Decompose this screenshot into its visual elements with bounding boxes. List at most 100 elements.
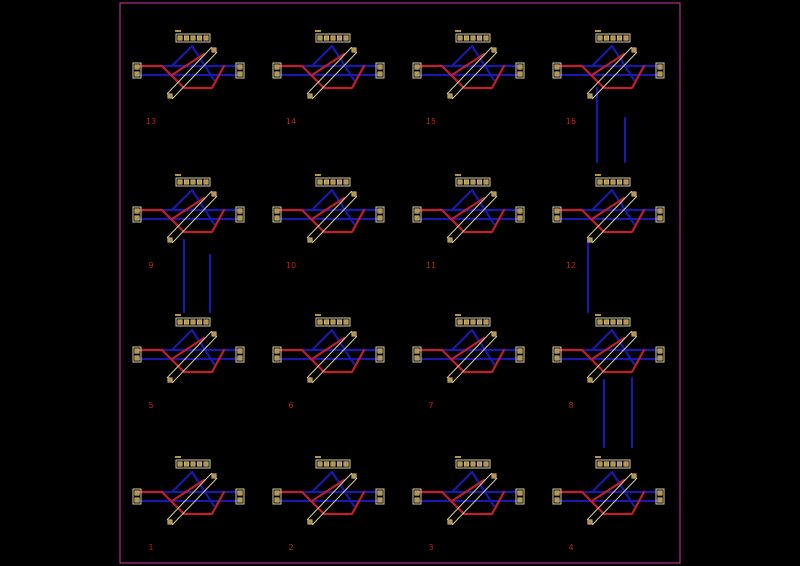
pad <box>597 179 603 185</box>
pad <box>134 497 140 503</box>
pad <box>343 179 349 185</box>
pad <box>377 348 383 354</box>
pad <box>237 497 243 503</box>
pad <box>330 179 336 185</box>
pad <box>631 473 637 479</box>
pad <box>343 319 349 325</box>
pad <box>587 93 593 99</box>
pad <box>336 35 342 41</box>
pad <box>554 355 560 361</box>
pad <box>134 215 140 221</box>
pad <box>237 71 243 77</box>
pad <box>610 179 616 185</box>
silk-mark <box>175 174 181 176</box>
pad <box>483 461 489 467</box>
pad <box>603 461 609 467</box>
pcb-layout: 13 14 15 169 10 11 125 6 7 81 2 3 4 <box>0 0 800 566</box>
pad <box>463 179 469 185</box>
pad <box>307 519 313 525</box>
pad <box>597 461 603 467</box>
pad <box>447 519 453 525</box>
pad <box>554 208 560 214</box>
pad <box>414 64 420 70</box>
pad <box>587 519 593 525</box>
pad <box>610 319 616 325</box>
pad <box>134 348 140 354</box>
pad <box>470 179 476 185</box>
pad <box>631 331 637 337</box>
silk-mark <box>455 314 461 316</box>
pad <box>517 71 523 77</box>
pad <box>317 319 323 325</box>
pad <box>414 490 420 496</box>
pad <box>167 237 173 243</box>
pad <box>134 490 140 496</box>
pad <box>377 490 383 496</box>
pad <box>197 179 203 185</box>
pad <box>470 461 476 467</box>
pad <box>134 208 140 214</box>
pad <box>457 179 463 185</box>
pad <box>237 215 243 221</box>
pad <box>343 461 349 467</box>
pad <box>554 348 560 354</box>
pad <box>177 461 183 467</box>
pad <box>330 319 336 325</box>
pad <box>377 64 383 70</box>
pad <box>307 377 313 383</box>
pad <box>351 191 357 197</box>
silk-mark <box>455 456 461 458</box>
pad <box>336 461 342 467</box>
pad <box>597 35 603 41</box>
pad <box>517 490 523 496</box>
pad <box>377 355 383 361</box>
pad <box>377 208 383 214</box>
pad <box>657 490 663 496</box>
pad <box>483 319 489 325</box>
pad <box>447 237 453 243</box>
pad <box>447 93 453 99</box>
pad <box>323 319 329 325</box>
cell-label: 13 <box>146 117 156 126</box>
pad <box>631 47 637 53</box>
pad <box>457 319 463 325</box>
pad <box>603 35 609 41</box>
silk-mark <box>455 30 461 32</box>
pad <box>330 461 336 467</box>
cell-label: 3 <box>428 543 433 552</box>
pad <box>476 179 482 185</box>
pad <box>623 461 629 467</box>
pad <box>517 64 523 70</box>
pad <box>603 179 609 185</box>
pad <box>587 237 593 243</box>
pad <box>190 179 196 185</box>
pad <box>197 319 203 325</box>
pad <box>351 473 357 479</box>
silk-mark <box>315 314 321 316</box>
pad <box>631 191 637 197</box>
pad <box>623 35 629 41</box>
pad <box>491 473 497 479</box>
pad <box>616 179 622 185</box>
pad <box>623 319 629 325</box>
cell-label: 6 <box>288 401 293 410</box>
pad <box>414 208 420 214</box>
pad <box>167 519 173 525</box>
pad <box>197 461 203 467</box>
pad <box>463 35 469 41</box>
cell-label: 14 <box>286 117 296 126</box>
pad <box>517 348 523 354</box>
silk-mark <box>175 30 181 32</box>
pad <box>237 348 243 354</box>
pad <box>491 47 497 53</box>
pad <box>190 461 196 467</box>
cell-label: 7 <box>428 401 433 410</box>
pad <box>203 179 209 185</box>
silk-mark <box>595 314 601 316</box>
pad <box>211 331 217 337</box>
pad <box>134 71 140 77</box>
cell-label: 16 <box>566 117 576 126</box>
pad <box>470 35 476 41</box>
pad <box>184 319 190 325</box>
pad <box>274 497 280 503</box>
